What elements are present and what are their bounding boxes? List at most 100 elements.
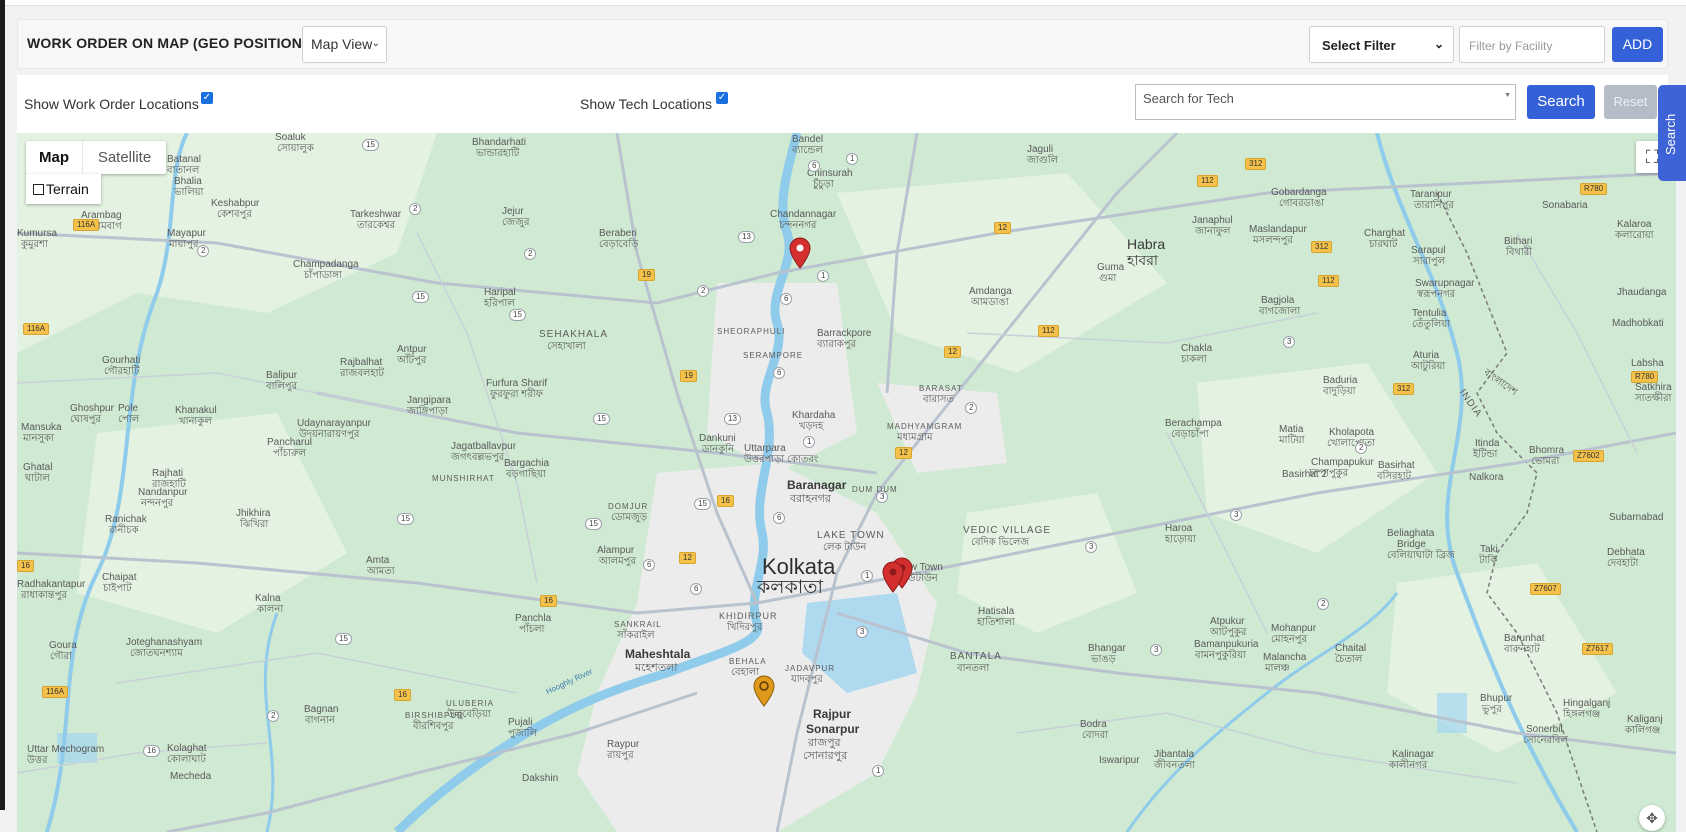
place-label: আটুরিয়া [1411,361,1446,372]
place-label: ভোমরা [1531,456,1560,467]
place-label: Bridge [1397,539,1426,550]
place-label: কোলাঘাট [167,754,206,765]
place-label: কালীনগর [1389,760,1428,771]
place-label: ভুপুর [1482,704,1502,715]
place-label: Ranichak [105,514,147,525]
place-label: Chakla [1181,343,1213,354]
place-label: Charghat [1364,228,1406,239]
place-label: আলমপুর [599,556,636,567]
place-label: গৌরা [50,651,72,662]
place-label: Kalna [255,593,281,604]
place-label: সাঁকরাইল [617,630,655,641]
facility-filter-input[interactable]: Filter by Facility [1459,26,1605,63]
place-label: BEHALA [729,657,767,666]
place-label: Hingalganj [1563,698,1611,709]
work-order-marker[interactable] [788,237,812,269]
place-label: Chandannagar [770,209,837,220]
place-label: বাগজোলা [1259,306,1301,317]
place-label: Itinda [1475,438,1500,449]
place-label: হিঙ্গলগঞ্জ [1563,709,1601,720]
place-label: Amta [366,555,390,566]
place-label: Bhomra [1529,445,1565,456]
place-label: Hatisala [978,606,1015,617]
place-label: Labsha [1631,358,1664,369]
place-label: চাকলা [1181,354,1207,365]
place-label: BANTALA [950,651,1002,662]
highway-shield: Z7617 [1582,643,1613,655]
tech-search-select[interactable]: Search for Tech ▼ [1135,84,1516,120]
place-label: রাজবলহাট [340,368,384,379]
place-label: বারুনহাট [1504,644,1540,655]
place-label: Jejur [502,206,524,217]
place-label: Janaphul [1192,215,1233,226]
map-type-map-tab[interactable]: Map [26,141,83,174]
show-tech-checkbox[interactable]: ✓ [716,92,728,104]
place-label: Swarupnagar [1415,278,1475,289]
place-label: Sonarpur [806,722,860,736]
terrain-checkbox[interactable] [33,184,44,195]
header-card: WORK ORDER ON MAP (GEO POSITION) Map Vie… [17,19,1668,69]
place-label: Taranipur [1410,189,1452,200]
place-label: Atpukur [1210,616,1245,627]
place-label: Kumursa [17,228,58,239]
highway-shield: 112 [1197,175,1218,187]
place-label: চৈতাল [1335,654,1363,665]
place-label: সারাপুল [1413,256,1446,267]
terrain-toggle[interactable]: Terrain [26,174,101,204]
highway-shield: 16 [143,745,160,757]
pan-control-icon[interactable]: ✥ [1639,805,1665,831]
place-label: MADHYAMGRAM [887,422,963,431]
place-label: Joteghanashyam [126,637,203,648]
place-label: JADAVPUR [785,664,836,673]
place-label: ভালিয়া [174,187,204,198]
place-label: Haripal [484,287,516,298]
place-label: VEDIC VILLAGE [963,525,1052,536]
view-select[interactable]: Map View ⌄ [302,26,387,63]
page-title: WORK ORDER ON MAP (GEO POSITION) [27,35,307,51]
highway-shield: 16 [717,495,734,507]
reset-button[interactable]: Reset [1604,85,1657,119]
place-label: বেড়াচাঁপা [1171,429,1209,440]
place-label: তেঁতুলিয়া [1412,319,1451,330]
place-label: আমতা [367,566,395,577]
add-button[interactable]: ADD [1612,27,1663,62]
place-label: পাঁচলা [519,624,545,635]
place-label: বাগনান [305,715,335,726]
work-order-marker[interactable] [881,561,905,593]
map-type-satellite-tab[interactable]: Satellite [83,141,166,174]
place-label: ঘোষপুর [70,414,101,425]
place-label: টাকি [1479,555,1498,566]
place-label: হাবরা [1127,252,1158,268]
place-label: বোদরা [1082,730,1109,741]
place-label: আমডাঙা [971,297,1009,308]
place-label: Bargachia [504,458,550,469]
place-label: Radhakantapur [17,579,86,590]
tech-location-marker[interactable] [752,675,776,707]
place-label: সোনারপুর [803,750,848,762]
caret-down-icon: ▼ [1504,92,1511,99]
place-label: বানতলা [957,663,990,674]
place-label: ইটিন্ডা [1473,449,1498,460]
place-label: Batanal [167,154,201,165]
show-tech-label: Show Tech Locations [580,96,713,112]
filter-select[interactable]: Select Filter ⌄ [1309,26,1454,63]
side-search-label: Search [1663,113,1678,155]
map-canvas[interactable]: Kolkata কলকাতা Habra হাবরা Baranagar বরা… [17,133,1676,832]
place-label: DUM DUM [852,485,898,494]
place-label: লেক টাউন [823,542,867,553]
place-label: Bhupur [1480,693,1513,704]
highway-shield: R780 [1631,371,1659,383]
place-label: সোয়ালুক [277,143,314,154]
place-label: Barunhat [1504,633,1545,644]
place-label: Pujali [508,717,533,728]
highway-shield: Z7607 [1530,583,1561,595]
top-strip [5,0,1686,6]
place-label: ভান্ডারহাটি [476,148,520,159]
place-label: সোনেরবিল [1523,735,1568,746]
place-label: MUNSHIRHAT [432,474,495,483]
show-work-order-checkbox[interactable]: ✓ [201,92,213,104]
side-search-tab[interactable]: Search [1658,85,1686,181]
place-label: SANKRAIL [614,620,662,629]
place-label: Baranagar [787,478,847,492]
search-button[interactable]: Search [1527,85,1595,119]
